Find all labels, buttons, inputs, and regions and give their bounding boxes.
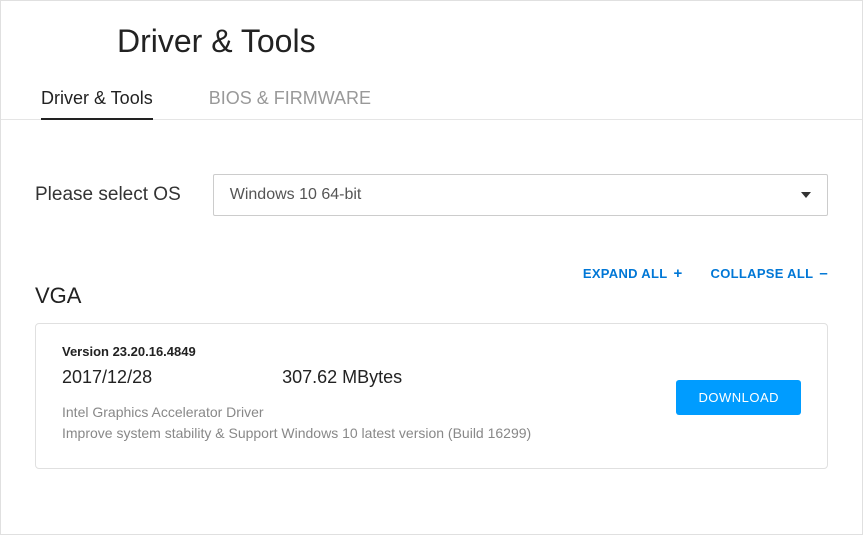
collapse-all-label: COLLAPSE ALL [711,266,814,281]
driver-card: Version 23.20.16.4849 2017/12/28 307.62 … [35,323,828,469]
os-label: Please select OS [35,184,181,206]
tabs-row: Driver & Tools BIOS & FIRMWARE [1,80,862,120]
chevron-down-icon [801,192,811,198]
os-select-value: Windows 10 64-bit [230,186,362,204]
page-title: Driver & Tools [1,1,862,80]
os-select[interactable]: Windows 10 64-bit [213,174,828,216]
os-row: Please select OS Windows 10 64-bit [35,174,828,216]
content-area: Please select OS Windows 10 64-bit EXPAN… [1,120,862,469]
driver-date: 2017/12/28 [62,367,152,388]
expand-all-label: EXPAND ALL [583,266,668,281]
minus-icon: – [819,266,828,281]
driver-name: Intel Graphics Accelerator Driver [62,402,602,423]
driver-version: Version 23.20.16.4849 [62,344,801,359]
expand-all-button[interactable]: EXPAND ALL + [583,266,683,281]
collapse-all-button[interactable]: COLLAPSE ALL – [711,266,828,281]
actions-row: EXPAND ALL + COLLAPSE ALL – [35,266,828,281]
tab-bios-firmware[interactable]: BIOS & FIRMWARE [209,80,371,119]
driver-description: Intel Graphics Accelerator Driver Improv… [62,402,602,444]
download-button[interactable]: DOWNLOAD [676,380,801,415]
driver-improvement: Improve system stability & Support Windo… [62,423,602,444]
section-title: VGA [35,283,828,309]
tab-driver-tools[interactable]: Driver & Tools [41,80,153,119]
plus-icon: + [673,266,682,281]
driver-size: 307.62 MBytes [282,367,402,388]
